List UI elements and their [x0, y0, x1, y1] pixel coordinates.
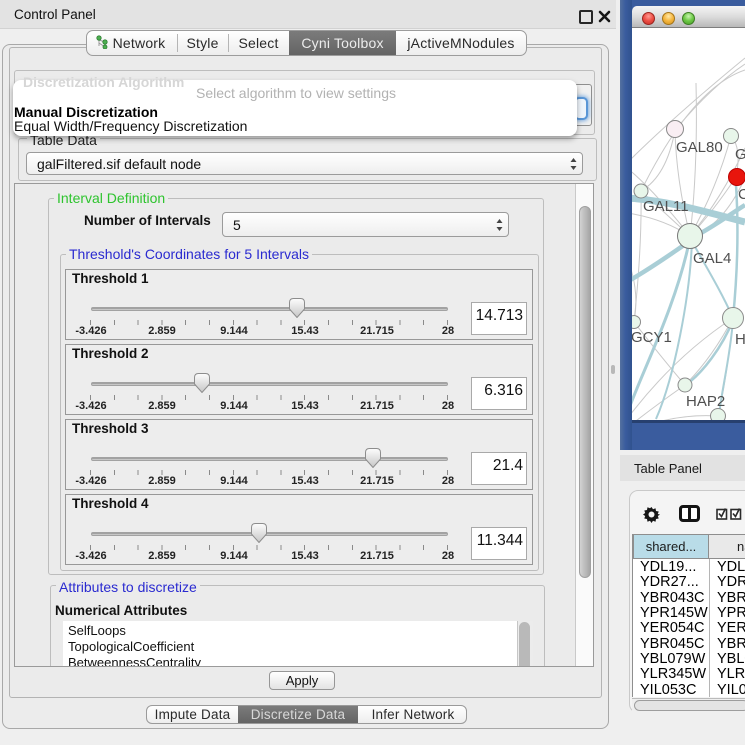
- svg-text:H: H: [735, 331, 745, 348]
- svg-text:C: C: [738, 186, 745, 203]
- svg-text:GAL11: GAL11: [643, 198, 689, 215]
- svg-text:GAL4: GAL4: [693, 250, 731, 267]
- svg-text:GAL80: GAL80: [676, 139, 723, 156]
- svg-text:GA: GA: [735, 146, 745, 163]
- svg-text:HAP2: HAP2: [686, 393, 725, 410]
- svg-text:GCY1: GCY1: [632, 329, 672, 346]
